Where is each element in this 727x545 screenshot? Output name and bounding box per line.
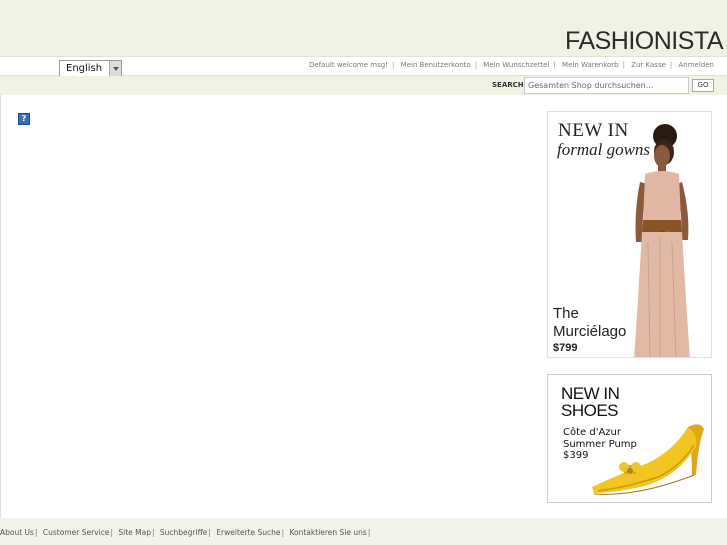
- product-name-line1: The: [553, 305, 579, 322]
- product-name-line2: Summer Pump: [563, 439, 637, 450]
- link-wishlist[interactable]: Mein Wunschzettel: [483, 61, 549, 69]
- main-content: ? NEW IN formal gowns The Murciélago $79…: [0, 95, 727, 518]
- footer-link-search-terms[interactable]: Suchbegriffe: [160, 528, 207, 537]
- product-price: $399: [563, 450, 589, 461]
- link-my-account[interactable]: Mein Benutzerkonto: [401, 61, 471, 69]
- separator: |: [622, 61, 625, 69]
- top-bar: English Default welcome msg! | Mein Benut…: [0, 56, 727, 77]
- product-price: $799: [553, 342, 578, 354]
- separator: |: [669, 61, 673, 69]
- chevron-down-icon[interactable]: [109, 61, 121, 76]
- separator: |: [392, 61, 395, 69]
- language-select[interactable]: English: [59, 60, 122, 77]
- separator: |: [34, 528, 38, 537]
- footer-links: About Us| Customer Service| Site Map| Su…: [0, 528, 373, 537]
- welcome-message: Default welcome msg!: [309, 61, 388, 69]
- language-select-value: English: [66, 63, 103, 74]
- banner-formal-gowns[interactable]: NEW IN formal gowns The Murciélago $799: [547, 111, 712, 358]
- separator: |: [474, 61, 478, 69]
- separator: |: [208, 528, 211, 537]
- product-name-line1: Côte d'Azur: [563, 427, 621, 438]
- banner-title: NEW IN: [558, 120, 629, 141]
- search-input[interactable]: [524, 77, 689, 94]
- link-checkout[interactable]: Zur Kasse: [631, 61, 666, 69]
- footer-link-contact[interactable]: Kontaktieren Sie uns: [289, 528, 366, 537]
- search-label: SEARCH: [492, 81, 524, 89]
- product-name-line2: Murciélago: [553, 323, 627, 340]
- search-bar: SEARCH GO: [0, 76, 727, 95]
- separator: |: [367, 528, 371, 537]
- separator: |: [110, 528, 113, 537]
- footer-link-customer-service[interactable]: Customer Service: [43, 528, 110, 537]
- separator: |: [553, 61, 556, 69]
- link-cart[interactable]: Mein Warenkorb: [562, 61, 619, 69]
- footer-link-advanced-search[interactable]: Erweiterte Suche: [216, 528, 280, 537]
- site-logo[interactable]: FASHIONISTA: [565, 27, 723, 55]
- banner-subtitle: formal gowns: [557, 140, 651, 159]
- header: FASHIONISTA: [0, 0, 727, 56]
- banner-title-line2: SHOES: [561, 401, 619, 420]
- separator: |: [151, 528, 155, 537]
- banner-shoes[interactable]: NEW IN SHOES Côte d'Azur Summer Pump $39…: [547, 374, 712, 503]
- footer-link-about[interactable]: About Us: [0, 528, 34, 537]
- link-login[interactable]: Anmelden: [679, 61, 714, 69]
- separator: |: [281, 528, 285, 537]
- broken-image-icon: ?: [18, 113, 30, 125]
- account-links: Default welcome msg! | Mein Benutzerkonto…: [309, 61, 714, 69]
- footer-link-site-map[interactable]: Site Map: [118, 528, 151, 537]
- search-go-button[interactable]: GO: [692, 79, 714, 92]
